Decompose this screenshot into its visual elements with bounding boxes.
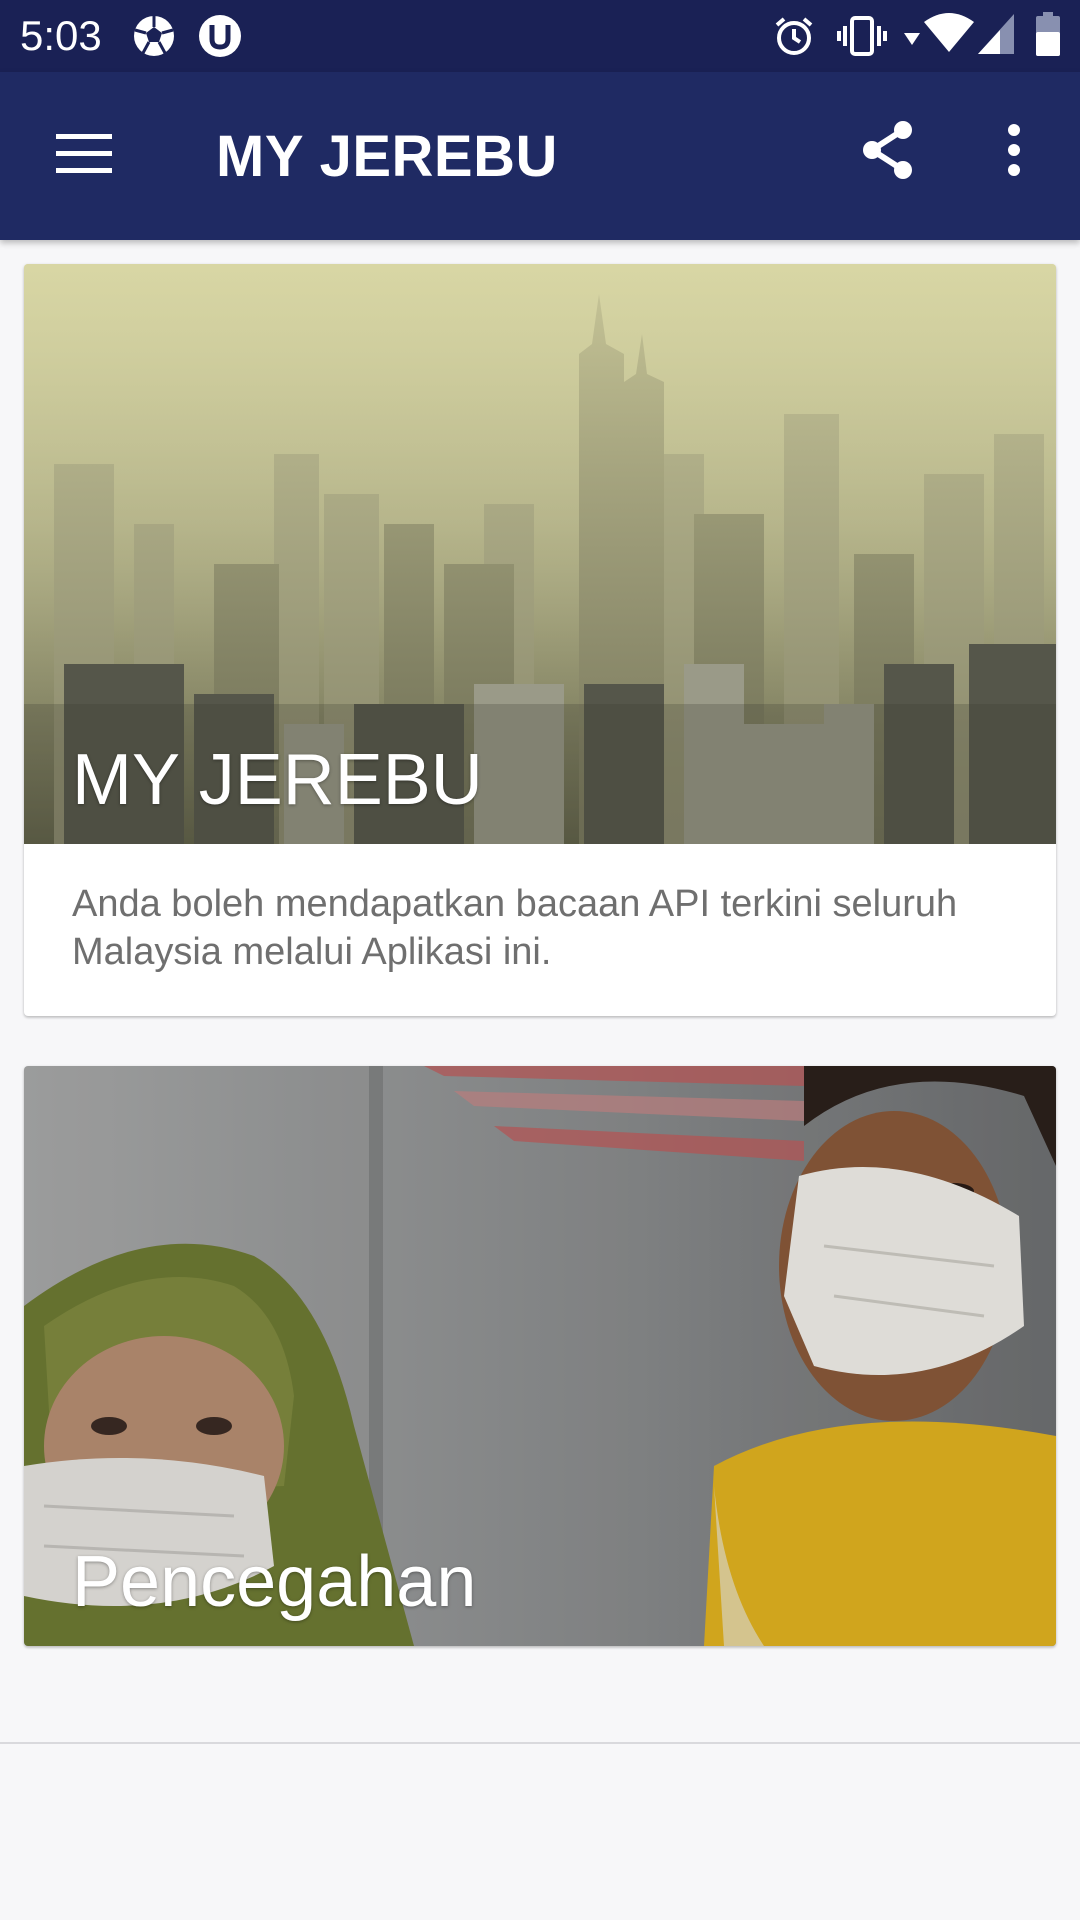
card-image-hazy-city: MY JEREBU <box>24 264 1056 844</box>
soccer-ball-icon <box>132 14 176 63</box>
menu-icon <box>56 133 112 179</box>
share-icon <box>858 120 918 185</box>
status-bar: 5:03 <box>0 0 1080 72</box>
battery-icon <box>1036 12 1060 61</box>
vibrate-icon <box>836 14 888 63</box>
alarm-icon <box>772 14 816 63</box>
u-notification-icon <box>198 14 242 63</box>
menu-button[interactable] <box>36 116 132 196</box>
dropdown-arrow-icon <box>904 32 920 50</box>
signal-icon <box>978 14 1014 59</box>
app-bar: MY JEREBU <box>0 72 1080 240</box>
bottom-divider <box>0 1742 1080 1744</box>
wifi-icon <box>924 12 974 59</box>
card-title: MY JEREBU <box>72 740 483 820</box>
card-title: Pencegahan <box>72 1542 477 1622</box>
overflow-menu-icon <box>1006 123 1022 181</box>
status-time: 5:03 <box>20 12 102 59</box>
card-image-masked-people: Pencegahan <box>24 1066 1056 1646</box>
overflow-menu-button[interactable] <box>984 112 1044 192</box>
card-my-jerebu[interactable]: MY JEREBU Anda boleh mendapatkan bacaan … <box>24 264 1056 1016</box>
app-title: MY JEREBU <box>216 124 558 189</box>
share-button[interactable] <box>848 112 928 192</box>
card-pencegahan[interactable]: Pencegahan <box>24 1066 1056 1646</box>
card-description: Anda boleh mendapatkan bacaan API terkin… <box>72 883 958 973</box>
